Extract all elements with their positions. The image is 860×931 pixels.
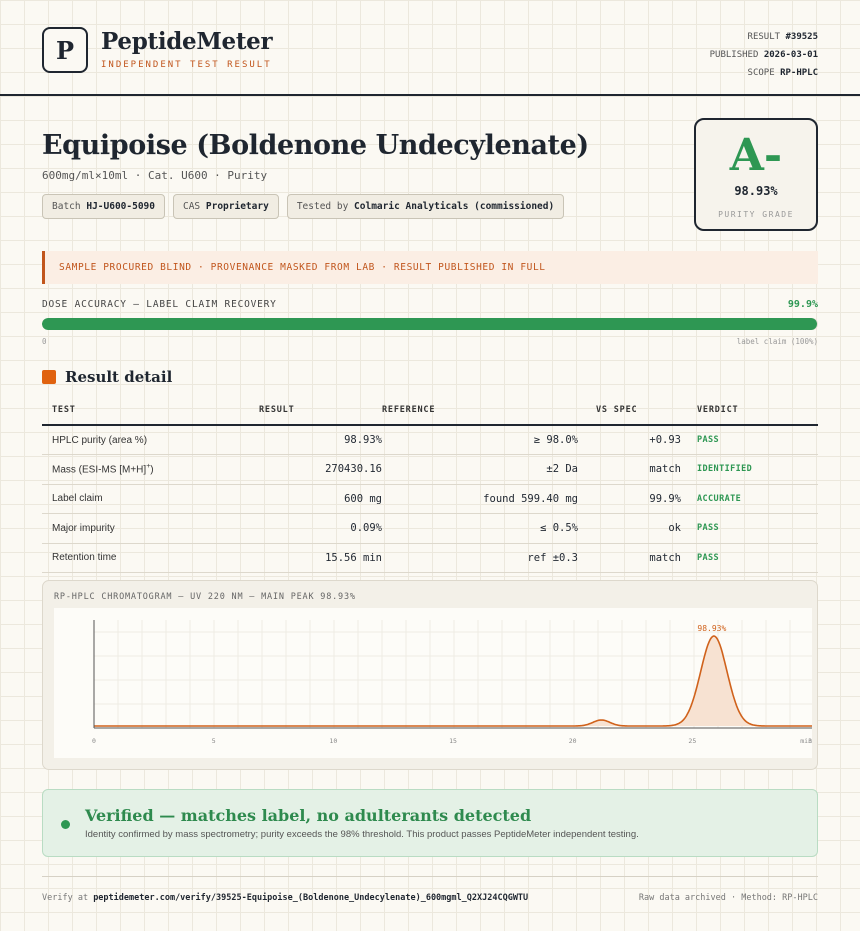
x-tick-label: 10 xyxy=(329,737,337,745)
cell-result: 98.93% xyxy=(259,425,382,455)
col-verdict: VERDICT xyxy=(681,396,818,426)
cell-reference: ref ±0.3 xyxy=(382,543,578,573)
brand-name: PeptideMeter xyxy=(101,28,273,55)
grade-letter: A- xyxy=(729,130,783,181)
cell-test: Label claim xyxy=(42,484,259,514)
grade-label: PURITY GRADE xyxy=(718,210,794,219)
cell-verdict: PASS xyxy=(681,543,818,573)
verified-banner: Verified — matches label, no adulterants… xyxy=(42,789,818,857)
dose-label: DOSE ACCURACY — LABEL CLAIM RECOVERY xyxy=(42,299,277,310)
verify-link[interactable]: peptidemeter.com/verify/39525-Equipoise_… xyxy=(93,893,528,903)
result-table: TEST RESULT REFERENCE VS SPEC VERDICT HP… xyxy=(42,396,818,573)
cell-reference: ±2 Da xyxy=(382,454,578,485)
chip-batch: Batch HJ-U600-5090 xyxy=(42,194,165,219)
cell-test: Retention time xyxy=(42,543,259,573)
result-meta: RESULT #39525 PUBLISHED 2026-03-01 SCOPE… xyxy=(710,28,818,82)
table-row: Retention time 15.56 min ref ±0.3 match … xyxy=(42,543,818,573)
cell-spec: 99.9% xyxy=(578,484,681,514)
footer: Verify at peptidemeter.com/verify/39525-… xyxy=(42,876,818,903)
cell-verdict: IDENTIFIED xyxy=(681,454,818,485)
cell-spec: ok xyxy=(578,513,681,544)
cell-spec: match xyxy=(578,543,681,573)
dose-progress-fill xyxy=(42,318,818,330)
chip-cas: CAS Proprietary xyxy=(172,194,279,219)
x-tick-label: 20 xyxy=(569,737,577,745)
cell-spec: match xyxy=(578,454,681,485)
header: P PeptideMeter INDEPENDENT TEST RESULT R… xyxy=(0,0,860,96)
meta-scope: SCOPE RP-HPLC xyxy=(747,68,818,78)
cell-reference: found 599.40 mg xyxy=(382,484,578,514)
cell-result: 15.56 min xyxy=(259,543,382,573)
table-row: Mass (ESI-MS [M+H]+) 270430.16 ±2 Da mat… xyxy=(42,454,818,485)
table-row: Label claim 600 mg found 599.40 mg 99.9%… xyxy=(42,484,818,514)
product-subtitle: 600mg/ml×10ml · Cat. U600 · Purity xyxy=(42,169,268,182)
section-marker xyxy=(42,370,56,384)
product-title: Equipoise (Boldenone Undecylenate) xyxy=(42,130,589,161)
brand-tagline: INDEPENDENT TEST RESULT xyxy=(101,60,272,70)
cell-verdict: PASS xyxy=(681,513,818,544)
col-reference: REFERENCE xyxy=(382,396,578,426)
table-row: HPLC purity (area %) 98.93% ≥ 98.0% +0.9… xyxy=(42,425,818,455)
col-vs-spec: VS SPEC xyxy=(578,396,681,426)
chip-tested-by: Tested by Colmaric Analyticals (commissi… xyxy=(286,194,565,219)
product-chips: Batch HJ-U600-5090 CAS Proprietary Teste… xyxy=(42,194,565,219)
cell-reference: ≤ 0.5% xyxy=(382,513,578,544)
x-tick-unit: min xyxy=(800,737,812,745)
cell-verdict: PASS xyxy=(681,425,818,455)
verified-title: Verified — matches label, no adulterants… xyxy=(85,806,532,825)
table-header-row: TEST RESULT REFERENCE VS SPEC VERDICT xyxy=(42,396,818,426)
chromatogram-chart: 051015202530min98.93% xyxy=(54,608,812,758)
chromatogram-panel: RP-HPLC CHROMATOGRAM — UV 220 NM — MAIN … xyxy=(42,580,818,770)
table-row: Major impurity 0.09% ≤ 0.5% ok PASS xyxy=(42,513,818,544)
cell-test: HPLC purity (area %) xyxy=(42,425,259,455)
logo: P xyxy=(42,27,88,73)
x-tick-label: 0 xyxy=(92,737,96,745)
dose-max-label: label claim (100%) xyxy=(736,337,818,346)
cell-result: 0.09% xyxy=(259,513,382,544)
col-test: TEST xyxy=(42,396,259,426)
verify-line: Verify at peptidemeter.com/verify/39525-… xyxy=(42,893,529,903)
col-result: RESULT xyxy=(259,396,382,426)
cell-reference: ≥ 98.0% xyxy=(382,425,578,455)
purity-grade-card: A- 98.93% PURITY GRADE xyxy=(694,118,818,231)
verified-dot-icon xyxy=(61,820,70,829)
dose-progress-bar xyxy=(42,318,818,330)
blind-notice: SAMPLE PROCURED BLIND · PROVENANCE MASKE… xyxy=(42,251,818,284)
dose-min-label: 0 xyxy=(42,337,47,346)
section-title: Result detail xyxy=(65,368,173,386)
chromatogram-title: RP-HPLC CHROMATOGRAM — UV 220 NM — MAIN … xyxy=(54,592,356,602)
peak-label: 98.93% xyxy=(697,624,726,633)
cell-test: Mass (ESI-MS [M+H]+) xyxy=(42,454,259,485)
meta-published: PUBLISHED 2026-03-01 xyxy=(709,50,818,60)
x-tick-label: 25 xyxy=(688,737,696,745)
cell-result: 270430.16 xyxy=(259,454,382,485)
cell-test: Major impurity xyxy=(42,513,259,544)
cell-spec: +0.93 xyxy=(578,425,681,455)
cell-verdict: ACCURATE xyxy=(681,484,818,514)
footer-right: Raw data archived · Method: RP-HPLC xyxy=(638,893,818,903)
grade-value: 98.93% xyxy=(734,184,778,198)
verified-subtitle: Identity confirmed by mass spectrometry;… xyxy=(85,829,639,840)
x-tick-label: 5 xyxy=(212,737,216,745)
x-tick-label: 15 xyxy=(449,737,457,745)
dose-value: 99.9% xyxy=(787,299,818,310)
cell-result: 600 mg xyxy=(259,484,382,514)
meta-result: RESULT #39525 xyxy=(747,32,818,42)
